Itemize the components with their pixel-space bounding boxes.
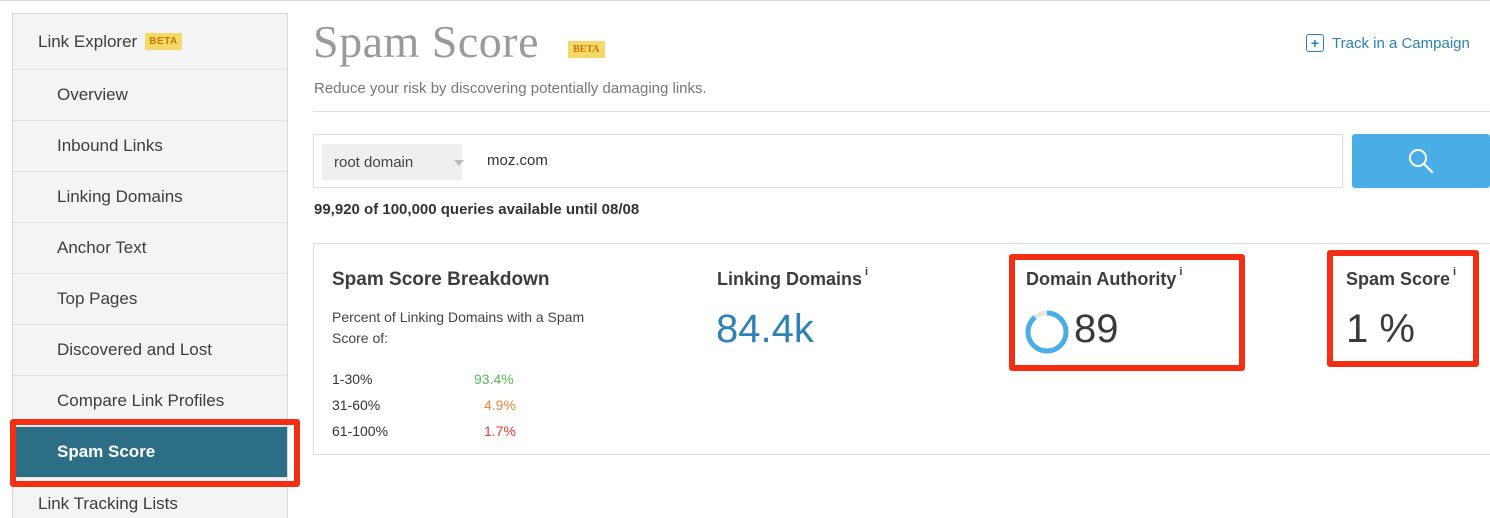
domain-authority-value: 89	[1074, 307, 1119, 351]
sidebar-header-link-explorer[interactable]: Link Explorer BETA	[13, 14, 287, 70]
breakdown-title: Spam Score Breakdown	[332, 269, 550, 290]
sidebar-item-label: Anchor Text	[57, 238, 147, 257]
sidebar-item-label: Discovered and Lost	[57, 340, 212, 359]
page: Link Explorer BETA Overview Inbound Link…	[0, 0, 1490, 518]
breakdown-range: 61-100%	[332, 423, 389, 439]
sidebar-item-label: Inbound Links	[57, 136, 163, 155]
info-icon[interactable]: i	[865, 266, 868, 278]
sidebar-item-label: Link Tracking Lists	[38, 493, 178, 513]
header-divider	[313, 111, 1490, 112]
track-in-campaign-link[interactable]: + Track in a Campaign	[1306, 34, 1470, 52]
breakdown-description: Percent of Linking Domains with a Spam S…	[332, 309, 585, 346]
domain-authority-ring-fill	[1025, 310, 1069, 354]
sidebar-item-label: Top Pages	[57, 289, 138, 308]
sidebar-item-label: Linking Domains	[57, 187, 183, 206]
sidebar-item-label: Overview	[57, 85, 128, 104]
breakdown-range: 31-60%	[332, 397, 381, 413]
sidebar-item-anchor-text[interactable]: Anchor Text	[13, 223, 287, 274]
metric-label-text: Domain Authority	[1026, 269, 1177, 289]
domain-authority-ring	[1025, 310, 1069, 354]
domain-authority-metric-label: Domain Authority i	[1026, 266, 1182, 290]
info-icon[interactable]: i	[1453, 266, 1456, 278]
breakdown-value: 93.4%	[474, 371, 514, 387]
scope-select-value: root domain	[334, 153, 414, 171]
page-subtitle: Reduce your risk by discovering potentia…	[314, 80, 707, 97]
scope-select[interactable]: root domain	[322, 144, 464, 180]
search-bar: root domain moz.com	[313, 134, 1343, 188]
plus-square-icon: +	[1306, 34, 1324, 52]
page-title: Spam Score	[313, 16, 540, 67]
sidebar-item-overview[interactable]: Overview	[13, 70, 287, 121]
sidebar-item-discovered-and-lost[interactable]: Discovered and Lost	[13, 325, 287, 376]
breakdown-value: 4.9%	[484, 397, 516, 413]
metric-label-text: Spam Score	[1346, 269, 1451, 289]
info-icon[interactable]: i	[1179, 266, 1182, 278]
search-icon	[1409, 149, 1434, 174]
highlight-box	[10, 419, 300, 487]
linking-domains-metric-label: Linking Domains i	[717, 266, 868, 290]
search-input[interactable]: moz.com	[487, 152, 548, 169]
beta-badge: BETA	[145, 33, 182, 50]
linking-domains-value: 84.4k	[716, 307, 814, 351]
sidebar-item-inbound-links[interactable]: Inbound Links	[13, 121, 287, 172]
track-in-campaign-label: Track in a Campaign	[1332, 34, 1470, 52]
sidebar-item-linking-domains[interactable]: Linking Domains	[13, 172, 287, 223]
query-quota-text: 99,920 of 100,000 queries available unti…	[314, 201, 640, 218]
spam-score-value: 1 %	[1346, 307, 1415, 351]
search-button[interactable]	[1352, 134, 1490, 188]
chevron-down-icon	[454, 160, 464, 166]
title-beta-badge: BETA	[568, 41, 605, 58]
sidebar-item-label: Compare Link Profiles	[57, 391, 225, 410]
breakdown-range: 1-30%	[332, 371, 373, 387]
spam-score-metric-label: Spam Score i	[1346, 266, 1456, 290]
sidebar-item-top-pages[interactable]: Top Pages	[13, 274, 287, 325]
breakdown-value: 1.7%	[484, 423, 516, 439]
metric-label-text: Linking Domains	[717, 269, 863, 289]
sidebar-header-label: Link Explorer	[38, 31, 138, 51]
